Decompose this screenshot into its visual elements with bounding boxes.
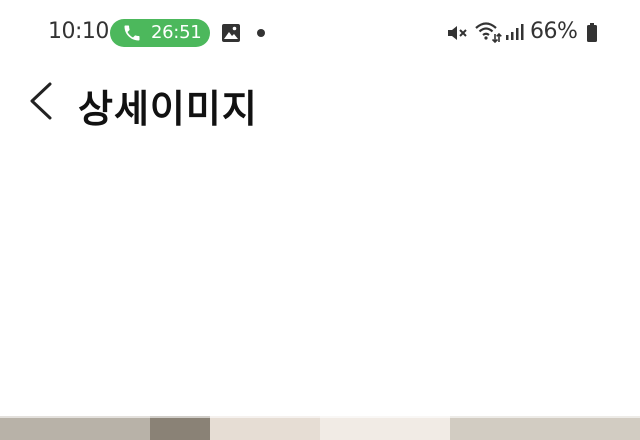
page-title: 상세이미지: [78, 87, 258, 131]
signal-icon: [506, 24, 524, 40]
call-duration: 26:51: [151, 22, 202, 43]
battery-icon: [587, 23, 597, 42]
ongoing-call-pill[interactable]: 26:51: [110, 19, 210, 47]
phone-icon: [124, 25, 140, 41]
notification-dot: [257, 29, 265, 37]
gallery-icon: [222, 24, 240, 42]
back-button[interactable]: [20, 76, 64, 126]
status-time: 10:10: [48, 19, 109, 44]
detail-image-viewer[interactable]: [0, 136, 640, 416]
product-detail-image[interactable]: [0, 416, 640, 440]
chevron-left-icon: [30, 82, 52, 120]
battery-level: 66%: [530, 19, 578, 44]
detail-photo: [0, 416, 640, 440]
mute-icon: [448, 26, 467, 40]
app-header: 상세이미지: [0, 66, 640, 136]
wifi-icon: [475, 22, 502, 44]
status-bar: 10:10 26:51 66%: [0, 0, 640, 66]
